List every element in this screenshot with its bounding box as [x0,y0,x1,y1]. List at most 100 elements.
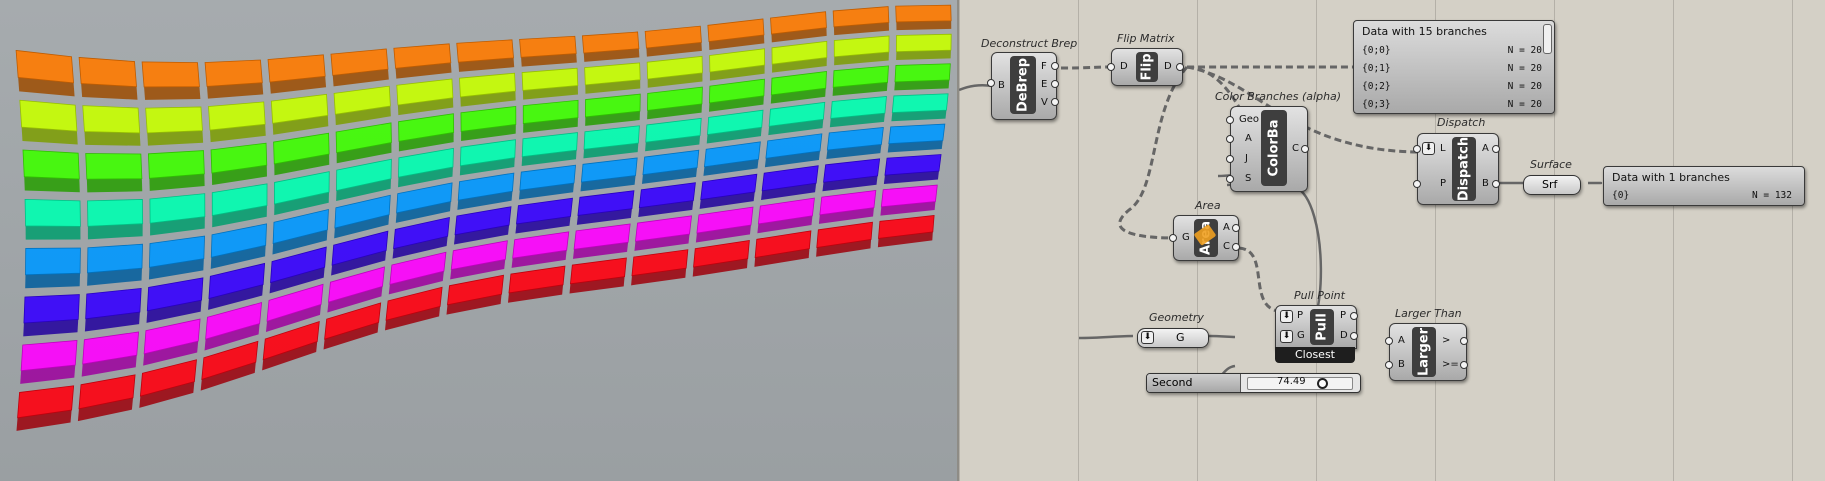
pull-point-core: Pull [1310,309,1334,345]
output-pin-e[interactable] [1051,80,1059,88]
panel-face [78,56,137,88]
output-b-label: B [1482,178,1489,189]
output-pin-p[interactable] [1350,312,1358,320]
input-pin-geo[interactable] [1226,116,1234,124]
dispatch-core: Dispatch [1452,137,1476,201]
grasshopper-canvas[interactable]: Deconstruct Brep B DeBrep F E V Flip Mat… [959,0,1825,481]
input-a-label: A [1245,133,1252,144]
input-pin-b[interactable] [1385,361,1393,369]
flip-matrix-title: Flip Matrix [1117,32,1175,45]
color-branches-component[interactable]: Geo A J S ColorBa C [1226,106,1309,192]
panel-row: {0} N = 132 [1612,190,1792,201]
panel-face [87,243,143,274]
input-pin-a[interactable] [1226,135,1234,143]
geometry-title: Geometry [1149,311,1204,324]
panel-side [25,225,81,240]
surface-label: Srf [1542,178,1558,191]
output-pin-a[interactable] [1232,224,1240,232]
input-g-graft-icon[interactable]: ⬇ [1280,330,1293,343]
panel-row: {0;3} N = 20 [1362,99,1542,110]
output-pin-gte[interactable] [1460,361,1468,369]
output-pin-a[interactable] [1492,145,1500,153]
input-b-label: B [1398,359,1405,370]
deconstruct-brep-title: Deconstruct Brep [981,37,1078,50]
flip-matrix-component[interactable]: D Flip D [1107,48,1184,86]
panel-face [894,63,951,83]
output-gt-label: > [1442,335,1451,346]
panel-top-scrollbar[interactable] [1543,24,1552,54]
panel-face [19,99,78,132]
geometry-parameter[interactable]: ⬇ G [1137,328,1209,348]
input-pin-s[interactable] [1226,175,1234,183]
geometry-graft-icon[interactable]: ⬇ [1141,331,1154,344]
input-g-label: G [1182,232,1190,243]
panel-row: {0;2} N = 20 [1362,81,1542,92]
surface-title: Surface [1530,158,1572,171]
output-pin-v[interactable] [1051,98,1059,106]
panel-face [87,199,144,227]
panel-face [22,149,80,180]
color-branches-core: ColorBa [1261,110,1287,186]
output-pin-c[interactable] [1232,243,1240,251]
panel-face [895,4,952,23]
color-branches-title: Color Branches (alpha) [1215,90,1342,103]
input-p-label: P [1440,178,1447,189]
panel-face [82,105,141,134]
data-panel-bottom[interactable]: Data with 1 branches {0} N = 132 [1603,166,1805,206]
surface-parameter[interactable]: Srf [1523,175,1581,195]
panel-face [891,93,949,113]
output-f-label: F [1041,61,1047,72]
output-pin-b[interactable] [1492,180,1500,188]
data-panel-top[interactable]: Data with 15 branches {0;0} N = 20 {0;1} N… [1353,20,1555,114]
output-c-label: C [1223,241,1230,252]
output-pin-gt[interactable] [1460,337,1468,345]
larger-than-core: Larger [1412,327,1436,377]
pull-point-footer[interactable]: Closest [1275,347,1355,363]
panel-face [147,150,205,179]
input-l-label: L [1440,143,1446,154]
panel-face [888,123,946,145]
number-slider[interactable]: Second Number 74.49 [1146,373,1361,393]
dispatch-component[interactable]: ⬇ L P Dispatch A B [1413,133,1500,205]
input-b-label: B [998,80,1005,91]
output-d-label: D [1164,61,1172,72]
panel-row: {0;0} N = 20 [1362,45,1542,56]
input-d-label: D [1120,61,1128,72]
input-j-label: J [1245,153,1248,164]
input-pin-j[interactable] [1226,155,1234,163]
input-p-graft-icon[interactable]: ⬇ [1280,310,1293,323]
area-title: Area [1195,199,1221,212]
deconstruct-brep-component[interactable]: B DeBrep F E V [987,52,1059,120]
input-a-label: A [1398,335,1405,346]
larger-than-component[interactable]: A B Larger > >= [1385,323,1468,381]
output-pin-d[interactable] [1350,332,1358,340]
pull-point-component[interactable]: ⬇ ⬇ P G Pull P D [1275,305,1358,349]
input-pin-b[interactable] [987,79,995,87]
panel-side [86,178,143,193]
input-s-label: S [1245,173,1252,184]
panel-face [23,294,80,324]
panel-face [25,247,81,276]
input-pin-a[interactable] [1385,337,1393,345]
panel-side [896,20,952,31]
input-pin-d[interactable] [1107,63,1115,71]
panel-bottom-header: Data with 1 branches [1612,171,1730,184]
area-component[interactable]: G Area A C [1169,215,1240,261]
output-pin-f[interactable] [1051,62,1059,70]
output-pin-c[interactable] [1301,145,1309,153]
output-a-label: A [1223,222,1230,233]
larger-than-title: Larger Than [1395,307,1462,320]
input-pin-g[interactable] [1169,234,1177,242]
input-pin-p[interactable] [1413,180,1421,188]
rhino-viewport[interactable] [0,0,957,481]
slider-handle-icon[interactable] [1317,378,1328,389]
input-pin-l[interactable] [1413,145,1421,153]
panel-side [25,273,81,289]
output-v-label: V [1041,97,1048,108]
output-e-label: E [1041,79,1048,90]
dispatch-title: Dispatch [1437,116,1486,129]
output-d-label: D [1340,330,1348,341]
panel-side [144,86,201,100]
output-pin-d[interactable] [1176,63,1184,71]
input-l-graft-icon[interactable]: ⬇ [1422,142,1435,155]
